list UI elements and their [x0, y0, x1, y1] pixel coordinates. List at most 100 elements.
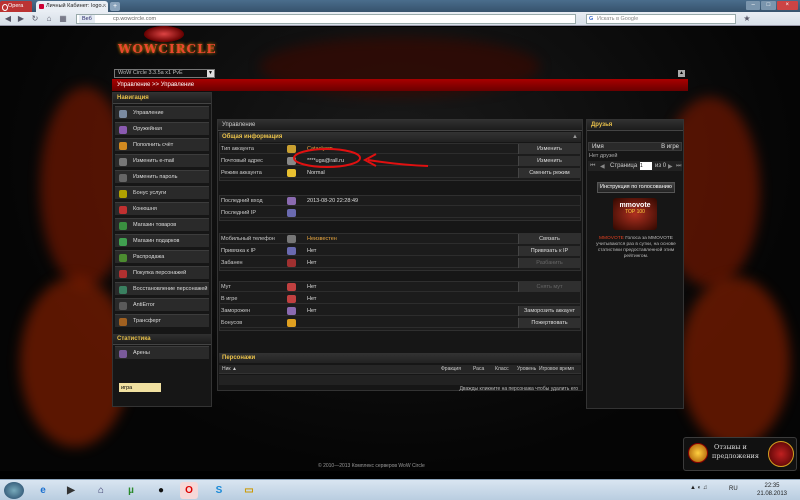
friends-col-status: В игре [661, 144, 679, 150]
minimize-icon[interactable]: – [746, 1, 761, 10]
row-value: Неизвестен [307, 236, 337, 242]
sidebar: Навигация Управление Оружейная Пополнить с… [112, 92, 212, 407]
status-row: Мут Нет Снять мут [219, 282, 581, 292]
arena-icon [119, 350, 127, 358]
network-app-icon[interactable]: ⌂ [92, 482, 110, 499]
sidebar-item[interactable]: Пополнить счёт [115, 138, 209, 151]
next-page-icon[interactable]: ▶ [668, 163, 673, 170]
sale-icon [119, 254, 127, 262]
sidebar-item[interactable]: Трансферт [115, 314, 209, 327]
sidebar-item[interactable]: Оружейная [115, 122, 209, 135]
sidebar-item-label: Покупка персонажей [133, 270, 187, 276]
friends-title: Друзья [587, 120, 683, 131]
close-window-icon[interactable]: × [776, 1, 798, 10]
collapse-icon[interactable]: ▲ [678, 70, 685, 77]
speed-dial-icon[interactable]: ▦ [58, 14, 68, 24]
sidebar-item[interactable]: Покупка персонажей [115, 266, 209, 279]
language-indicator[interactable]: RU [729, 486, 738, 492]
opera-taskbar-icon[interactable]: O [180, 482, 198, 499]
sidebar-item[interactable]: Изменить e-mail [115, 154, 209, 167]
login-row: Последний IP [219, 208, 581, 218]
characters-column-header[interactable]: Уровень [517, 366, 536, 372]
mmovote-banner[interactable]: mmovote TOP 100 [613, 198, 657, 230]
reload-icon[interactable]: ↻ [30, 14, 40, 24]
realm-select-value: WoW Circle 3.3.5a x1 PvE [118, 70, 183, 76]
back-icon[interactable]: ◀ [3, 14, 13, 24]
bonus-icon [119, 190, 127, 198]
row-value: Нет [307, 248, 317, 254]
sidebar-item[interactable]: Бонус услуги [115, 186, 209, 199]
row-value: 2013-08-20 22:28:49 [307, 198, 359, 204]
realm-select[interactable]: WoW Circle 3.3.5a x1 PvE ▼ [114, 69, 215, 78]
football-icon[interactable]: ● [152, 482, 170, 499]
character-buy-icon [119, 270, 127, 278]
security-row: Привязка к IP Нет Привязать к IP [219, 246, 581, 256]
row-action-button[interactable]: Изменить [518, 156, 580, 166]
search-input[interactable]: Искать в Google [586, 14, 736, 24]
row-action-button[interactable]: Разбанить [518, 258, 580, 268]
prev-page-icon[interactable]: ◀ [600, 163, 605, 170]
sidebar-item-label: Изменить пароль [133, 174, 178, 180]
sidebar-item[interactable]: Магазин подарков [115, 234, 209, 247]
tab-cabinet[interactable]: Личный Кабинет: logo... × [36, 1, 108, 12]
last-page-icon[interactable]: ⏭ [676, 163, 681, 170]
sidebar-item[interactable]: Управление [115, 106, 209, 119]
row-action-button[interactable]: Заморозить аккаунт [518, 306, 580, 316]
media-player-icon[interactable]: ▶ [62, 482, 80, 499]
feedback-widget[interactable]: Отзывы и предложения [683, 437, 797, 471]
row-action-button[interactable]: Связать [518, 234, 580, 244]
mmovote-link[interactable]: MMOVOTE [599, 236, 624, 241]
site-logo[interactable]: WOWCIRCLE [118, 26, 216, 62]
sidebar-item[interactable]: Распродажа [115, 250, 209, 263]
status-row: Бонусов Пожертвовать [219, 318, 581, 328]
start-button[interactable] [4, 482, 24, 499]
characters-header: Ник ▲ Фракция Раса Класс Уровень Игровое врем… [219, 365, 581, 374]
antierror-icon [119, 302, 127, 310]
ie-icon[interactable]: e [34, 482, 52, 499]
bookmark-icon[interactable]: ★ [742, 14, 752, 24]
sidebar-input[interactable] [119, 383, 161, 392]
sidebar-item-label: Оружейная [133, 126, 162, 132]
characters-column-header[interactable]: Класс [495, 366, 509, 372]
row-value: Нет [307, 284, 317, 290]
sidebar-item[interactable]: Изменить пароль [115, 170, 209, 183]
sidebar-item-label: Распродажа [133, 254, 165, 260]
characters-column-header[interactable]: Фракция [441, 366, 461, 372]
sidebar-item[interactable]: AntiError [115, 298, 209, 311]
sidebar-item[interactable]: Конюшня [115, 202, 209, 215]
vote-instructions-button[interactable]: Инструкция по голосованию [597, 182, 675, 193]
explorer-icon[interactable]: ▭ [240, 482, 258, 499]
utorrent-icon[interactable]: µ [122, 482, 140, 499]
page-input[interactable] [640, 162, 652, 170]
feedback-line1: Отзывы и [714, 443, 747, 451]
characters-column-header[interactable]: Раса [473, 366, 484, 372]
stats-item[interactable]: Арены [115, 346, 209, 359]
row-action-button[interactable]: Сменить режим [518, 168, 580, 178]
characters-list [219, 375, 581, 385]
forward-icon[interactable]: ▶ [16, 14, 26, 24]
row-label: В игре [221, 296, 238, 302]
first-page-icon[interactable]: ⏮ [590, 163, 595, 170]
collapse-section-icon[interactable]: ▲ [572, 132, 578, 142]
row-action-button[interactable]: Пожертвовать [518, 318, 580, 328]
row-action-button[interactable]: Изменить [518, 144, 580, 154]
row-action-button[interactable]: Снять мут [518, 282, 580, 292]
new-tab-button[interactable]: + [110, 2, 120, 11]
opera-menu-button[interactable]: Opera [0, 1, 32, 12]
row-value: Нет [307, 308, 317, 314]
tab-title: Личный Кабинет: logo... [46, 3, 107, 9]
maximize-icon[interactable]: □ [761, 1, 776, 10]
home-icon[interactable]: ⌂ [44, 14, 54, 24]
skype-icon[interactable]: S [210, 482, 228, 499]
sidebar-item[interactable]: Магазин товаров [115, 218, 209, 231]
close-tab-icon[interactable]: × [103, 1, 106, 12]
characters-column-header[interactable]: Ник ▲ [222, 366, 237, 372]
row-label: Режим аккаунта [221, 170, 262, 176]
row-action-button[interactable]: Привязать к IP [518, 246, 580, 256]
tray-icons[interactable]: ▲ ◐ ♫ [690, 485, 707, 491]
stats-title: Статистика [113, 334, 211, 345]
sidebar-item[interactable]: Восстановление персонажей [115, 282, 209, 295]
url-input[interactable]: Веб cp.wowcircle.com [76, 14, 576, 24]
clock[interactable]: 22:35 21.08.2013 [752, 482, 792, 498]
characters-column-header[interactable]: Игровое время [539, 366, 574, 372]
